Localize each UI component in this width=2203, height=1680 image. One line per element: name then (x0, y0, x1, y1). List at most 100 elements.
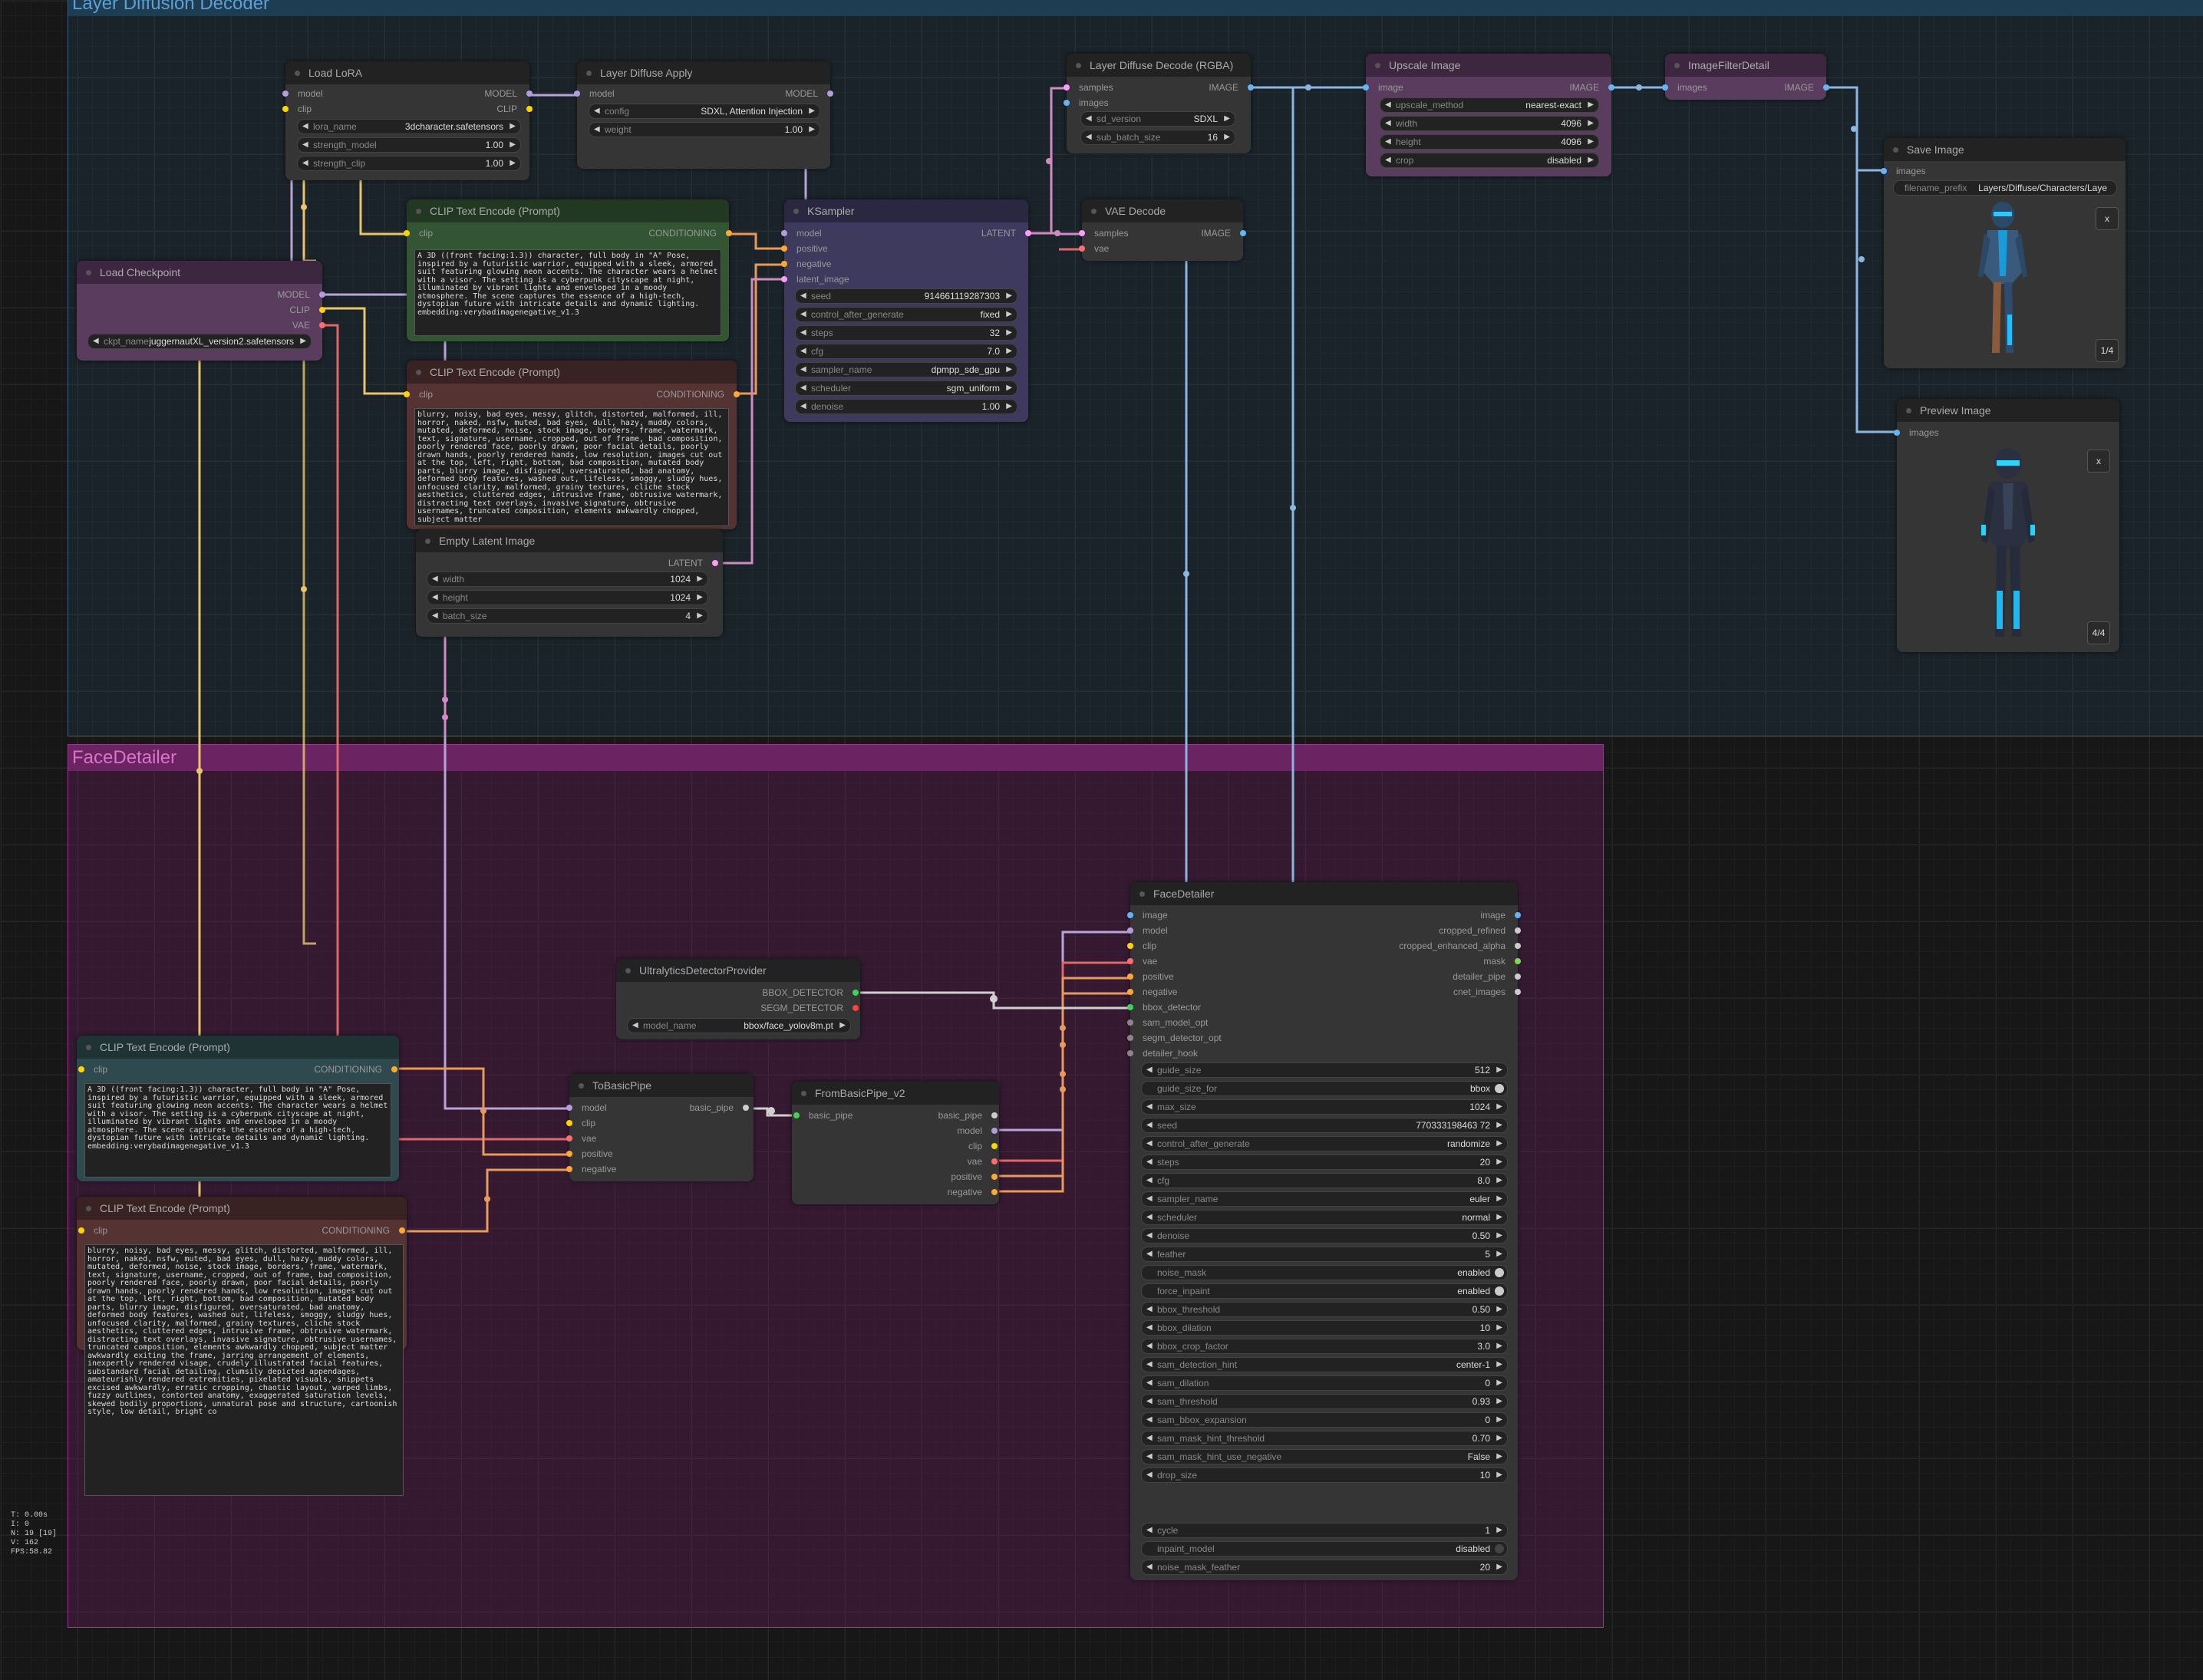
decrement-arrow-icon[interactable]: ◀ (1146, 1063, 1153, 1077)
widget-cfg[interactable]: ◀ cfg 8.0 ▶ (1141, 1173, 1508, 1188)
widget-crop[interactable]: ◀ crop disabled ▶ (1380, 153, 1599, 168)
widget-sampler-name[interactable]: ◀ sampler_name dpmpp_sde_gpu ▶ (795, 362, 1017, 377)
widget-denoise[interactable]: ◀ denoise 0.50 ▶ (1141, 1228, 1508, 1244)
widget-width[interactable]: ◀ width 1024 ▶ (427, 572, 708, 587)
input-image[interactable]: image (1127, 908, 1168, 922)
output-model[interactable]: MODEL (484, 87, 533, 100)
increment-arrow-icon[interactable]: ▶ (1496, 1321, 1502, 1335)
node-face-detailer[interactable]: FaceDetailer image model clip vae positive ne… (1127, 882, 1521, 1580)
increment-arrow-icon[interactable]: ▶ (1496, 1174, 1502, 1188)
input-bbox-detector[interactable]: bbox_detector (1127, 1000, 1201, 1014)
input-images[interactable]: images (1662, 81, 1707, 94)
widget-sam-dilation[interactable]: ◀ sam_dilation 0 ▶ (1141, 1375, 1508, 1391)
decrement-arrow-icon[interactable]: ◀ (1146, 1247, 1153, 1261)
node-from-basic-pipe[interactable]: FromBasicPipe_v2 basic_pipe basic_pipe m… (792, 1082, 999, 1204)
prompt-textarea[interactable]: blurry, noisy, bad eyes, messy, glitch, … (414, 408, 729, 526)
widget-seed[interactable]: ◀ seed 770333198463 72 ▶ (1141, 1118, 1508, 1133)
output-vae[interactable]: vae (968, 1155, 998, 1168)
input-model[interactable]: model (282, 87, 323, 100)
increment-arrow-icon[interactable]: ▶ (1496, 1376, 1502, 1390)
widget-sam-mask-hint-use-negative[interactable]: ◀ sam_mask_hint_use_negative False ▶ (1141, 1449, 1508, 1464)
slot-dot[interactable] (1515, 973, 1521, 980)
output-cnet-images[interactable]: cnet_images (1453, 985, 1521, 999)
widget-sam-mask-hint-threshold[interactable]: ◀ sam_mask_hint_threshold 0.70 ▶ (1141, 1431, 1508, 1446)
node-load-lora[interactable]: Load LoRA model clip MODEL CLIP ◀ lora_na… (282, 61, 533, 180)
input-positive[interactable]: positive (781, 242, 828, 255)
widget-upscale-method[interactable]: ◀ upscale_method nearest-exact ▶ (1380, 97, 1599, 113)
widget-control-after-generate[interactable]: ◀ control_after_generate fixed ▶ (795, 307, 1017, 322)
widget-control-after-generate[interactable]: ◀ control_after_generate randomize ▶ (1141, 1136, 1508, 1151)
slot-dot[interactable] (1515, 912, 1521, 918)
slot-dot[interactable] (1127, 973, 1133, 980)
decrement-arrow-icon[interactable]: ◀ (1146, 1100, 1153, 1114)
widget-filename-prefix[interactable]: filename_prefix Layers/Diffuse/Characters… (1893, 180, 2117, 196)
widget-feather[interactable]: ◀ feather 5 ▶ (1141, 1247, 1508, 1262)
slot-dot[interactable] (1515, 943, 1521, 949)
input-vae[interactable]: vae (1127, 954, 1157, 968)
widget-sd-version[interactable]: ◀ sd_version SDXL ▶ (1080, 111, 1235, 127)
slot-dot[interactable] (1127, 927, 1133, 934)
node-title[interactable]: Preview Image (1897, 399, 2119, 422)
input-detailer-hook[interactable]: detailer_hook (1127, 1046, 1198, 1060)
widget-sub-batch-size[interactable]: ◀ sub_batch_size 16 ▶ (1080, 130, 1235, 145)
increment-arrow-icon[interactable]: ▶ (1496, 1413, 1502, 1427)
node-upscale-image[interactable]: Upscale Image image IMAGE ◀ upscale_metho… (1363, 54, 1614, 176)
increment-arrow-icon[interactable]: ▶ (1496, 1247, 1502, 1261)
prompt-textarea[interactable]: blurry, noisy, bad eyes, messy, glitch, … (84, 1244, 404, 1496)
input-clip[interactable]: clip (78, 1062, 107, 1076)
node-title[interactable]: Empty Latent Image (416, 529, 723, 552)
node-clip-text-encode-positive[interactable]: CLIP Text Encode (Prompt) clip CONDITION… (404, 199, 732, 341)
output-mask[interactable]: mask (1483, 954, 1521, 968)
workflow-canvas[interactable]: Layer Diffusion Decoder FaceDetailer Loa… (0, 0, 2203, 1680)
decrement-arrow-icon[interactable]: ◀ (1146, 1303, 1153, 1316)
input-clip[interactable]: clip (78, 1224, 107, 1237)
input-clip[interactable]: clip (404, 226, 433, 240)
decrement-arrow-icon[interactable]: ◀ (1146, 1211, 1153, 1224)
widget-scheduler[interactable]: ◀ scheduler sgm_uniform ▶ (795, 380, 1017, 396)
widget-bbox-threshold[interactable]: ◀ bbox_threshold 0.50 ▶ (1141, 1302, 1508, 1317)
node-title[interactable]: Upscale Image (1366, 54, 1611, 77)
output-model[interactable]: MODEL (785, 87, 833, 100)
output-bbox-detector[interactable]: BBOX_DETECTOR (762, 986, 859, 1000)
input-negative[interactable]: negative (566, 1162, 616, 1176)
output-cropped-enhanced-alpha[interactable]: cropped_enhanced_alpha (1399, 939, 1521, 953)
node-clip-text-encode-negative-2[interactable]: CLIP Text Encode (Prompt) clip CONDITION… (77, 1197, 407, 1496)
widget-bbox-dilation[interactable]: ◀ bbox_dilation 10 ▶ (1141, 1320, 1508, 1336)
input-model[interactable]: model (781, 226, 822, 240)
widget-drop-size[interactable]: ◀ drop_size 10 ▶ (1141, 1468, 1508, 1483)
increment-arrow-icon[interactable]: ▶ (1496, 1100, 1502, 1114)
node-title[interactable]: Layer Diffuse Decode (RGBA) (1067, 54, 1251, 77)
widget-steps[interactable]: ◀ steps 20 ▶ (1141, 1155, 1508, 1170)
widget-sampler-name[interactable]: ◀ sampler_name euler ▶ (1141, 1191, 1508, 1207)
saved-image-preview[interactable] (1964, 199, 2041, 361)
decrement-arrow-icon[interactable]: ◀ (1146, 1413, 1153, 1427)
decrement-arrow-icon[interactable]: ◀ (1146, 1431, 1153, 1445)
widget-strength-model[interactable]: ◀ strength_model 1.00 ▶ (297, 137, 521, 153)
widget-strength-clip[interactable]: ◀ strength_clip 1.00 ▶ (297, 156, 521, 171)
input-clip[interactable]: clip (1127, 939, 1156, 953)
increment-arrow-icon[interactable]: ▶ (1496, 1229, 1502, 1243)
node-to-basic-pipe[interactable]: ToBasicPipe model clip vae positive nega… (566, 1074, 754, 1181)
decrement-arrow-icon[interactable]: ◀ (1146, 1395, 1153, 1408)
image-counter-button[interactable]: 1/4 (2096, 339, 2119, 362)
node-title[interactable]: KSampler (784, 199, 1028, 222)
output-clip[interactable]: clip (968, 1139, 998, 1153)
increment-arrow-icon[interactable]: ▶ (1496, 1468, 1502, 1482)
output-latent[interactable]: LATENT (981, 226, 1031, 240)
slot-dot[interactable] (1515, 927, 1521, 934)
node-title[interactable]: FaceDetailer (1130, 882, 1518, 905)
decrement-arrow-icon[interactable]: ◀ (1146, 1137, 1153, 1151)
slot-dot[interactable] (1515, 989, 1521, 995)
node-ksampler[interactable]: KSampler model positive negative latent_… (781, 199, 1031, 422)
increment-arrow-icon[interactable]: ▶ (1496, 1192, 1502, 1206)
input-model[interactable]: model (1127, 924, 1168, 937)
increment-arrow-icon[interactable]: ▶ (1496, 1211, 1502, 1224)
increment-arrow-icon[interactable]: ▶ (1496, 1450, 1502, 1464)
input-samples[interactable]: samples (1079, 226, 1129, 240)
slot-dot[interactable] (1127, 1004, 1133, 1010)
widget-denoise[interactable]: ◀ denoise 1.00 ▶ (795, 399, 1017, 414)
node-title[interactable]: ImageFilterDetail (1665, 54, 1826, 77)
input-vae[interactable]: vae (566, 1132, 596, 1145)
input-vae[interactable]: vae (1079, 242, 1109, 255)
node-title[interactable]: Save Image (1884, 138, 2125, 161)
